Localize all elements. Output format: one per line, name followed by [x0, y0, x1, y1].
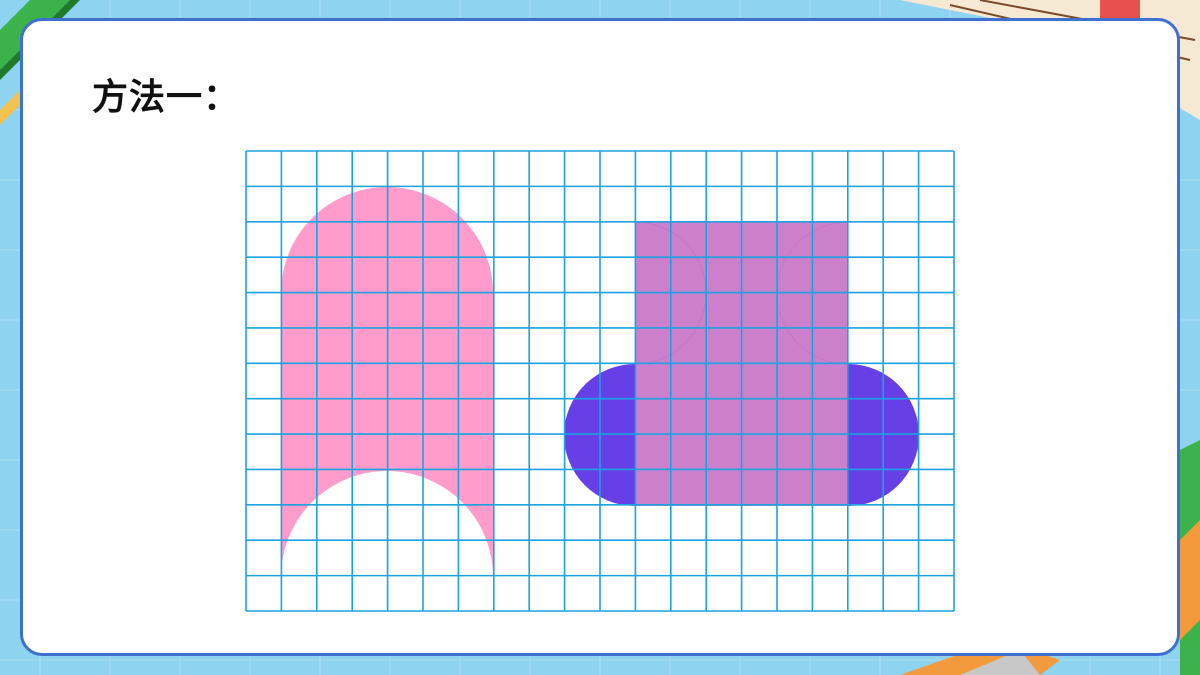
- geometry-figure: [245, 150, 955, 612]
- square-grid: [245, 150, 955, 612]
